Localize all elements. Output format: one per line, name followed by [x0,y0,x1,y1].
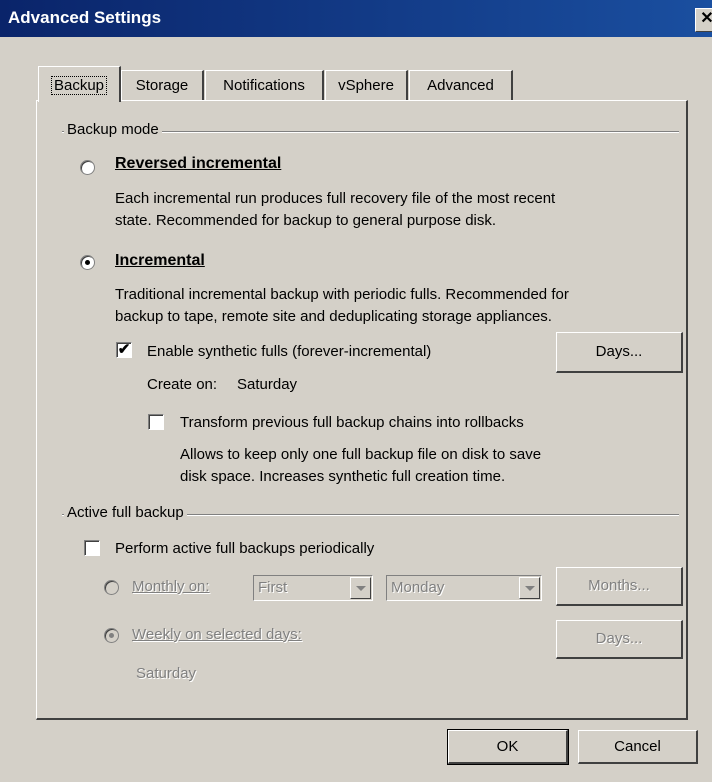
active-full-label: Active full backup [64,504,187,521]
transform-desc-line2: disk space. Increases synthetic full cre… [180,468,506,485]
tab-backup[interactable]: Backup [38,66,121,102]
window-title: Advanced Settings [8,8,162,27]
cancel-button[interactable]: Cancel [578,730,698,764]
monthly-radio[interactable] [104,580,119,595]
incremental-label[interactable]: Incremental [115,252,205,270]
incremental-desc-line2: backup to tape, remote site and deduplic… [115,308,552,325]
incremental-desc-line1: Traditional incremental backup with peri… [115,286,569,303]
monthly-week-select[interactable]: First [253,575,373,601]
monthly-day-value: Monday [391,579,445,596]
weekly-radio[interactable] [104,628,119,643]
tab-storage[interactable]: Storage [121,70,204,101]
monthly-label[interactable]: Monthly on: [132,578,210,595]
chevron-down-icon[interactable] [350,577,371,599]
perform-active-full-checkbox[interactable] [84,540,100,556]
synthetic-fulls-label[interactable]: Enable synthetic fulls (forever-incremen… [147,341,431,362]
radio-dot-icon [85,260,90,265]
incremental-radio[interactable] [80,255,95,270]
monthly-day-select[interactable]: Monday [386,575,542,601]
create-on-label: Create on: [147,376,218,393]
synthetic-days-button[interactable]: Days... [556,332,683,373]
reversed-desc-line2: state. Recommended for backup to general… [115,212,497,229]
reversed-incremental-radio[interactable] [80,160,95,175]
tab-vsphere[interactable]: vSphere [325,70,408,101]
monthly-week-value: First [258,579,288,596]
weekly-days-button[interactable]: Days... [556,620,683,659]
transform-rollbacks-checkbox[interactable] [148,414,164,430]
reversed-incremental-label[interactable]: Reversed incremental [115,155,281,173]
create-on-value: Saturday [237,376,298,393]
close-icon[interactable]: ✕ [695,8,712,32]
months-button[interactable]: Months... [556,567,683,606]
ok-button[interactable]: OK [447,729,569,765]
weekly-label[interactable]: Weekly on selected days: [132,626,302,643]
backup-mode-label: Backup mode [64,121,162,138]
perform-active-full-label[interactable]: Perform active full backups periodically [115,538,374,559]
checkmark-icon: ✔ [117,341,131,358]
tab-advanced[interactable]: Advanced [409,70,513,101]
radio-dot-icon [109,633,114,638]
synthetic-fulls-checkbox[interactable]: ✔ [116,342,132,358]
transform-desc-line1: Allows to keep only one full backup file… [180,446,542,463]
reversed-desc-line1: Each incremental run produces full recov… [115,190,556,207]
chevron-down-icon[interactable] [519,577,540,599]
tab-notifications[interactable]: Notifications [205,70,324,101]
transform-rollbacks-label[interactable]: Transform previous full backup chains in… [180,412,524,433]
weekly-summary: Saturday [136,665,197,682]
